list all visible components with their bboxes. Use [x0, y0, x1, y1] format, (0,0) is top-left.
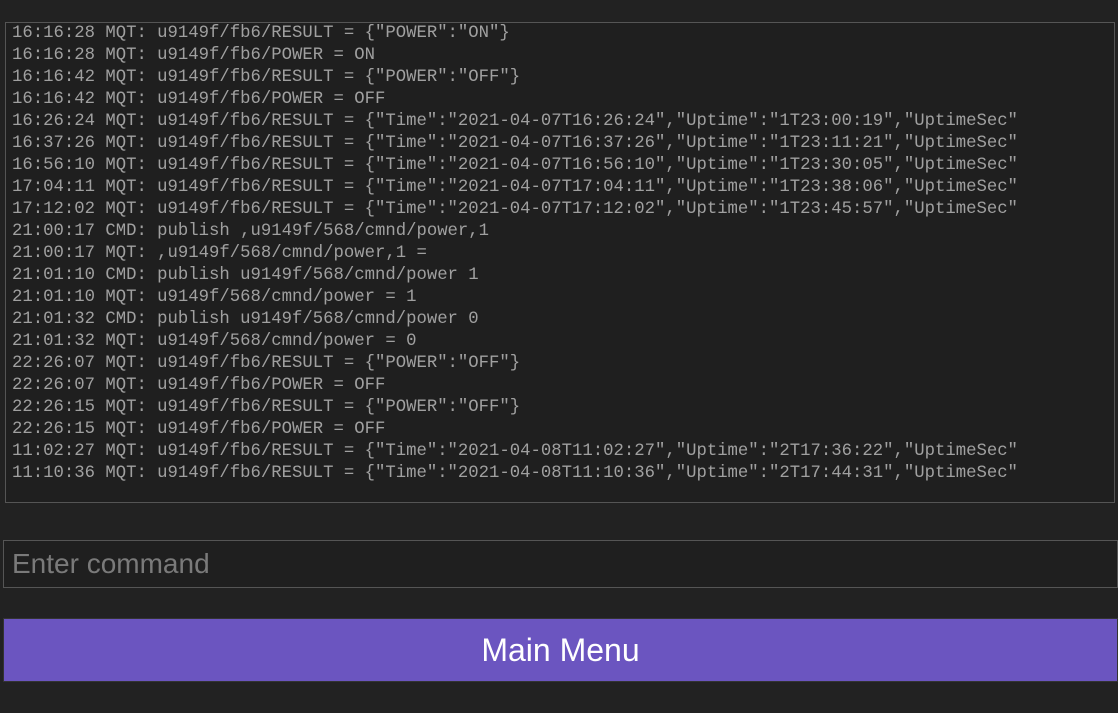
console-line: 22:26:15 MQT: u9149f/fb6/RESULT = {"POWE… — [12, 397, 1115, 419]
console-line: 16:16:42 MQT: u9149f/fb6/RESULT = {"POWE… — [12, 67, 1115, 89]
console-line: 22:26:15 MQT: u9149f/fb6/POWER = OFF — [12, 419, 1115, 441]
console-line: 21:00:17 MQT: ,u9149f/568/cmnd/power,1 = — [12, 243, 1115, 265]
console-line: 22:26:07 MQT: u9149f/fb6/POWER = OFF — [12, 375, 1115, 397]
console-line: 16:26:24 MQT: u9149f/fb6/RESULT = {"Time… — [12, 111, 1115, 133]
command-input[interactable] — [3, 540, 1118, 588]
console-line: 21:00:17 CMD: publish ,u9149f/568/cmnd/p… — [12, 221, 1115, 243]
console-line: 16:37:26 MQT: u9149f/fb6/RESULT = {"Time… — [12, 133, 1115, 155]
console-line: 17:12:02 MQT: u9149f/fb6/RESULT = {"Time… — [12, 199, 1115, 221]
console-line: 16:16:28 MQT: u9149f/fb6/POWER = ON — [12, 45, 1115, 67]
console-line: 16:16:42 MQT: u9149f/fb6/POWER = OFF — [12, 89, 1115, 111]
console-line: 11:02:27 MQT: u9149f/fb6/RESULT = {"Time… — [12, 441, 1115, 463]
console-line: 22:26:07 MQT: u9149f/fb6/RESULT = {"POWE… — [12, 353, 1115, 375]
console-line: 21:01:10 CMD: publish u9149f/568/cmnd/po… — [12, 265, 1115, 287]
console-line: 16:16:28 MQT: u9149f/fb6/RESULT = {"POWE… — [12, 23, 1115, 45]
console-lines: 16:16:28 MQT: u9149f/fb6/RESULT = {"POWE… — [6, 23, 1115, 485]
console-line: 21:01:10 MQT: u9149f/568/cmnd/power = 1 — [12, 287, 1115, 309]
console-line: 21:01:32 MQT: u9149f/568/cmnd/power = 0 — [12, 331, 1115, 353]
main-menu-button[interactable]: Main Menu — [3, 618, 1118, 682]
console-line: 16:56:10 MQT: u9149f/fb6/RESULT = {"Time… — [12, 155, 1115, 177]
console-output[interactable]: 16:16:28 MQT: u9149f/fb6/RESULT = {"POWE… — [5, 22, 1115, 503]
command-input-wrap — [3, 540, 1118, 588]
console-line: 21:01:32 CMD: publish u9149f/568/cmnd/po… — [12, 309, 1115, 331]
main-menu-wrap: Main Menu — [3, 618, 1118, 682]
console-line: 17:04:11 MQT: u9149f/fb6/RESULT = {"Time… — [12, 177, 1115, 199]
console-line: 11:10:36 MQT: u9149f/fb6/RESULT = {"Time… — [12, 463, 1115, 485]
console-panel: 16:16:28 MQT: u9149f/fb6/RESULT = {"POWE… — [3, 0, 1115, 503]
